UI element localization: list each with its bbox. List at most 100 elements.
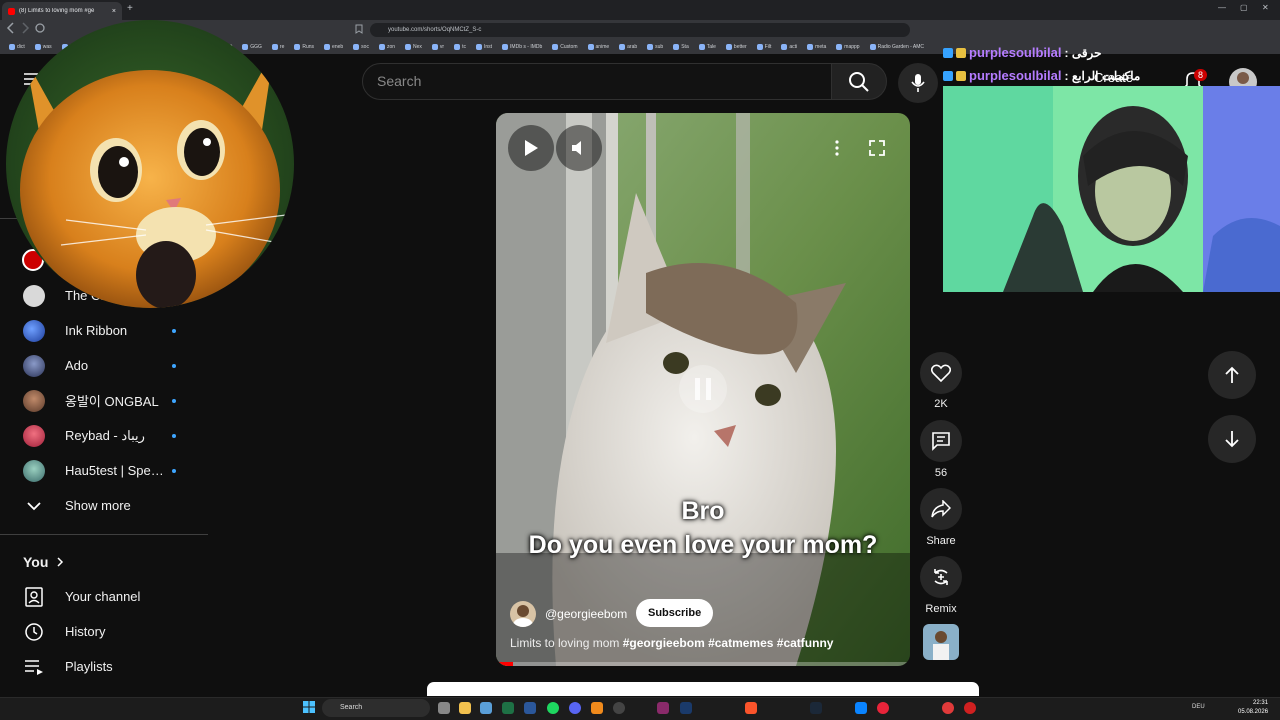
bookmark-item[interactable]: sub — [642, 44, 668, 50]
voice-search-button[interactable] — [898, 63, 938, 103]
sidebar-item-hau5test[interactable]: Hau5test | Speed... — [0, 453, 208, 488]
share-button[interactable] — [920, 488, 962, 530]
discord-icon[interactable] — [569, 702, 581, 714]
bookmark-item[interactable]: Inst — [471, 44, 497, 50]
you-section-heading[interactable]: You — [23, 554, 64, 570]
bookmark-item[interactable]: Tale — [694, 44, 721, 50]
tab-close-icon[interactable]: × — [112, 8, 116, 15]
settings-app-icon[interactable] — [438, 702, 450, 714]
app-icon[interactable] — [942, 702, 954, 714]
sound-thumbnail[interactable] — [923, 624, 959, 660]
short-description[interactable]: Limits to loving mom #georgieebom #catme… — [510, 636, 833, 650]
sidebar-item-reybad[interactable]: Reybad - ريباد — [0, 418, 208, 453]
bookmark-item[interactable]: Nex — [400, 44, 427, 50]
reload-icon[interactable] — [34, 22, 46, 34]
bookmark-item[interactable]: dict — [4, 44, 30, 50]
sidebar-item-ongbal[interactable]: 옹발이 ONGBAL — [0, 383, 208, 418]
bookmark-item[interactable]: IMDb s - IMDb — [497, 44, 547, 50]
remix-button[interactable] — [920, 556, 962, 598]
mute-button[interactable] — [556, 125, 602, 171]
search-button[interactable] — [831, 63, 887, 100]
clock[interactable]: 22:31 05.08.2026 — [1238, 699, 1268, 717]
previous-short-button[interactable] — [1208, 351, 1256, 399]
show-more-button[interactable]: Show more — [0, 488, 208, 523]
bookmark-item[interactable]: Sta — [668, 44, 694, 50]
photoshop-icon[interactable] — [680, 702, 692, 714]
bookmark-item[interactable]: Custom — [547, 44, 582, 50]
bookmark-item[interactable]: zon — [374, 44, 400, 50]
bookmark-item[interactable]: meta — [802, 44, 831, 50]
sidebar-item-playlists[interactable]: Playlists — [0, 649, 208, 684]
bookmark-item[interactable]: better — [721, 44, 752, 50]
bookmark-item[interactable]: acti — [776, 44, 802, 50]
bookmark-item[interactable]: Filt — [752, 44, 777, 50]
bookmark-item[interactable]: GGG — [237, 44, 267, 50]
back-icon[interactable] — [6, 22, 16, 34]
app-icon[interactable] — [855, 702, 867, 714]
sidebar-item-ink-ribbon[interactable]: Ink Ribbon — [0, 313, 208, 348]
brave-icon[interactable] — [745, 702, 757, 714]
search-input[interactable]: Search — [362, 63, 832, 100]
bookmark-item[interactable]: soc — [348, 44, 374, 50]
channel-avatar — [23, 319, 45, 342]
url-input[interactable]: youtube.com/shorts/OqNMCtZ_S-c — [370, 23, 910, 37]
bookmark-page-icon[interactable] — [355, 24, 363, 34]
maximize-button[interactable]: ▢ — [1240, 3, 1248, 12]
bookmark-item[interactable]: Runs — [289, 44, 319, 50]
bookmark-item[interactable]: re — [267, 44, 289, 50]
bookmark-favicon-icon — [587, 44, 594, 50]
comments-button[interactable] — [920, 420, 962, 462]
opera-icon[interactable] — [877, 702, 889, 714]
description-text: Limits to loving mom — [510, 636, 620, 650]
bookmark-item[interactable]: tc — [449, 44, 471, 50]
channel-name[interactable]: @georgieebom — [545, 607, 627, 621]
play-icon — [525, 140, 538, 156]
steam-icon[interactable] — [810, 702, 822, 714]
file-explorer-icon[interactable] — [459, 702, 471, 714]
minimize-button[interactable]: — — [1218, 3, 1226, 12]
sidebar-item-ado[interactable]: Ado — [0, 348, 208, 383]
video-progress-bar[interactable] — [496, 662, 910, 666]
window-close-button[interactable]: ✕ — [1262, 3, 1269, 12]
windows-start-icon[interactable] — [303, 701, 315, 713]
bookmark-favicon-icon — [405, 44, 412, 50]
bookmark-item[interactable]: arab — [614, 44, 642, 50]
shorts-player[interactable]: Bro Do you even love your mom? @georgiee… — [496, 113, 910, 666]
bookmark-item[interactable]: mappp — [831, 44, 864, 50]
description-hashtags[interactable]: #georgieebom #catmemes #catfunny — [623, 636, 834, 650]
media-player-icon[interactable] — [613, 702, 625, 714]
app-icon[interactable] — [964, 702, 976, 714]
bookmark-item[interactable]: eneb — [319, 44, 348, 50]
bookmark-item[interactable]: Radio Garden - AMC — [865, 44, 929, 50]
pause-overlay[interactable] — [679, 365, 727, 413]
word-icon[interactable] — [524, 702, 536, 714]
like-button[interactable] — [920, 352, 962, 394]
bookmark-favicon-icon — [431, 44, 438, 50]
subscribe-button[interactable]: Subscribe — [636, 599, 714, 627]
sidebar-item-label: History — [65, 624, 106, 639]
bookmark-favicon-icon — [869, 44, 876, 50]
next-short-button[interactable] — [1208, 415, 1256, 463]
language-indicator[interactable]: DEU — [1192, 704, 1205, 710]
spotify-icon[interactable] — [547, 702, 559, 714]
vlc-icon[interactable] — [591, 702, 603, 714]
forward-icon[interactable] — [20, 22, 30, 34]
clock-date: 05.08.2026 — [1238, 709, 1269, 715]
fullscreen-button[interactable] — [854, 125, 900, 171]
bookmark-item[interactable]: vr — [427, 44, 449, 50]
browser-tab[interactable]: (8) Limits to loving mom #ge × — [2, 2, 122, 20]
channel-avatar[interactable] — [510, 601, 536, 627]
bookmark-label: Radio Garden - AMC — [877, 44, 925, 50]
app-icon[interactable] — [480, 702, 492, 714]
bookmark-label: acti — [789, 44, 798, 50]
play-button[interactable] — [508, 125, 554, 171]
new-content-dot — [172, 468, 176, 473]
app-icon[interactable] — [657, 702, 669, 714]
bookmark-item[interactable]: was — [30, 44, 57, 50]
sidebar-item-history[interactable]: History — [0, 614, 208, 649]
excel-icon[interactable] — [502, 702, 514, 714]
taskbar-search[interactable]: Search — [322, 699, 430, 717]
sidebar-item-your-channel[interactable]: Your channel — [0, 579, 208, 614]
new-tab-button[interactable]: + — [127, 3, 133, 14]
bookmark-item[interactable]: anime — [583, 44, 615, 50]
